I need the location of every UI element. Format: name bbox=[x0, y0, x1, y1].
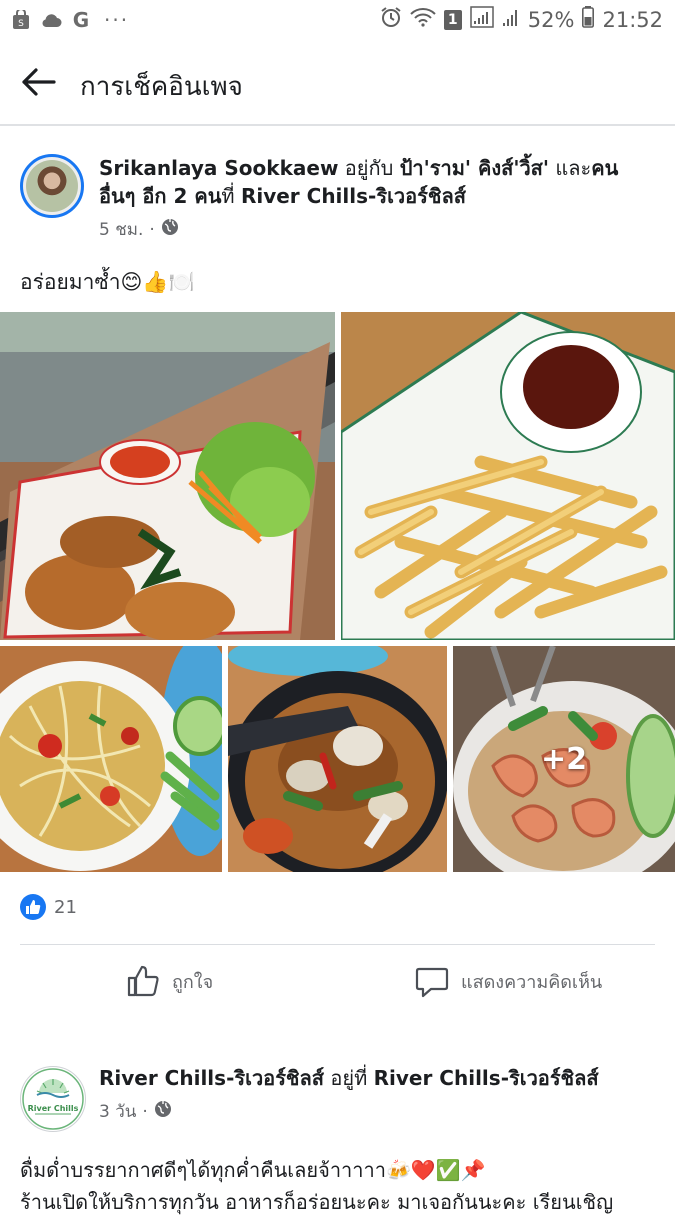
avatar[interactable] bbox=[20, 154, 84, 218]
post-2-meta: 3 วัน · bbox=[99, 1098, 172, 1125]
more-notifications-icon: ··· bbox=[104, 8, 130, 32]
photo-chicken-wings[interactable] bbox=[0, 312, 335, 640]
arrow-left-icon bbox=[22, 68, 56, 96]
page-avatar[interactable]: River Chills bbox=[20, 1066, 86, 1132]
divider bbox=[20, 944, 655, 945]
photo-tom-yum-soup[interactable] bbox=[228, 646, 447, 872]
alarm-icon bbox=[380, 6, 402, 33]
google-icon: G bbox=[72, 8, 90, 32]
place-link[interactable]: River Chills-ริเวอร์ชิลส์ bbox=[241, 184, 466, 208]
with-word: อยู่กับ bbox=[344, 156, 394, 180]
globe-icon bbox=[161, 218, 179, 241]
clock: 21:52 bbox=[602, 7, 663, 32]
cloud-icon bbox=[40, 9, 62, 31]
photo-shrimp-fried-rice[interactable]: +2 bbox=[453, 646, 675, 872]
like-label: ถูกใจ bbox=[172, 971, 214, 993]
at-word: ที่ bbox=[221, 184, 235, 208]
and-word: และ bbox=[555, 156, 592, 180]
post-2-time[interactable]: 3 วัน bbox=[99, 1098, 136, 1125]
photo-grid: +2 bbox=[0, 312, 675, 872]
post-2-caption: ดื่มด่ำบรรยากาศดีๆได้ทุกค่ำคืนเลยจ้าาาาา… bbox=[20, 1154, 660, 1218]
tagged-friend-link[interactable]: ป้า'ราม' คิงส์'วิ้ส' bbox=[400, 156, 549, 180]
page-name-link[interactable]: River Chills-ริเวอร์ชิลส์ bbox=[99, 1066, 324, 1090]
river-chills-logo-icon bbox=[22, 1068, 84, 1130]
comment-icon bbox=[415, 967, 449, 998]
photo-papaya-salad[interactable] bbox=[0, 646, 222, 872]
sim-badge: 1 bbox=[443, 9, 462, 30]
post-header: Srikanlaya Sookkaew อยู่กับ ป้า'ราม' คิง… bbox=[99, 154, 639, 210]
svg-text:S: S bbox=[18, 19, 24, 29]
author-link[interactable]: Srikanlaya Sookkaew bbox=[99, 156, 338, 180]
back-button[interactable] bbox=[18, 62, 58, 102]
post-meta: 5 ชม. · bbox=[99, 216, 179, 243]
wifi-icon bbox=[410, 7, 436, 32]
signal-icon bbox=[470, 6, 494, 33]
like-count: 21 bbox=[54, 896, 77, 918]
status-bar: S G ··· 1 52% 21:52 bbox=[0, 0, 675, 40]
caption-line-1: ดื่มด่ำบรรยากาศดีๆได้ทุกค่ำคืนเลยจ้าาาาา… bbox=[20, 1158, 486, 1182]
reaction-summary[interactable]: 21 bbox=[20, 894, 77, 920]
battery-percent: 52% bbox=[527, 7, 575, 32]
signal-icon-2 bbox=[502, 6, 520, 33]
at-word-2: อยู่ที่ bbox=[330, 1066, 368, 1090]
app-bar: การเช็คอินเพจ bbox=[0, 40, 675, 126]
post-actions: ถูกใจ แสดงความคิดเห็น bbox=[0, 956, 675, 1012]
thumbs-up-icon bbox=[127, 965, 159, 997]
post-2-header: River Chills-ริเวอร์ชิลส์ อยู่ที่ River … bbox=[99, 1064, 659, 1092]
avatar-text: River Chills bbox=[27, 1104, 79, 1113]
more-photos-count[interactable]: +2 bbox=[453, 646, 675, 872]
globe-icon bbox=[154, 1100, 172, 1123]
caption-line-2: ร้านเปิดให้บริการทุกวัน อาหารก็อร่อยนะคะ… bbox=[20, 1190, 614, 1214]
post-time[interactable]: 5 ชม. bbox=[99, 216, 143, 243]
place-link-2[interactable]: River Chills-ริเวอร์ชิลส์ bbox=[374, 1066, 599, 1090]
page-title: การเช็คอินเพจ bbox=[80, 72, 243, 102]
comment-label: แสดงความคิดเห็น bbox=[461, 971, 603, 993]
like-button[interactable]: ถูกใจ bbox=[126, 964, 213, 998]
photo-french-fries[interactable] bbox=[341, 312, 675, 640]
shopping-bag-icon: S bbox=[10, 9, 32, 31]
comment-button[interactable]: แสดงความคิดเห็น bbox=[415, 964, 602, 998]
like-reaction-icon bbox=[20, 894, 46, 920]
battery-icon bbox=[582, 6, 595, 33]
post-caption: อร่อยมาซ้ำ😊👍🍽️ bbox=[20, 270, 195, 294]
